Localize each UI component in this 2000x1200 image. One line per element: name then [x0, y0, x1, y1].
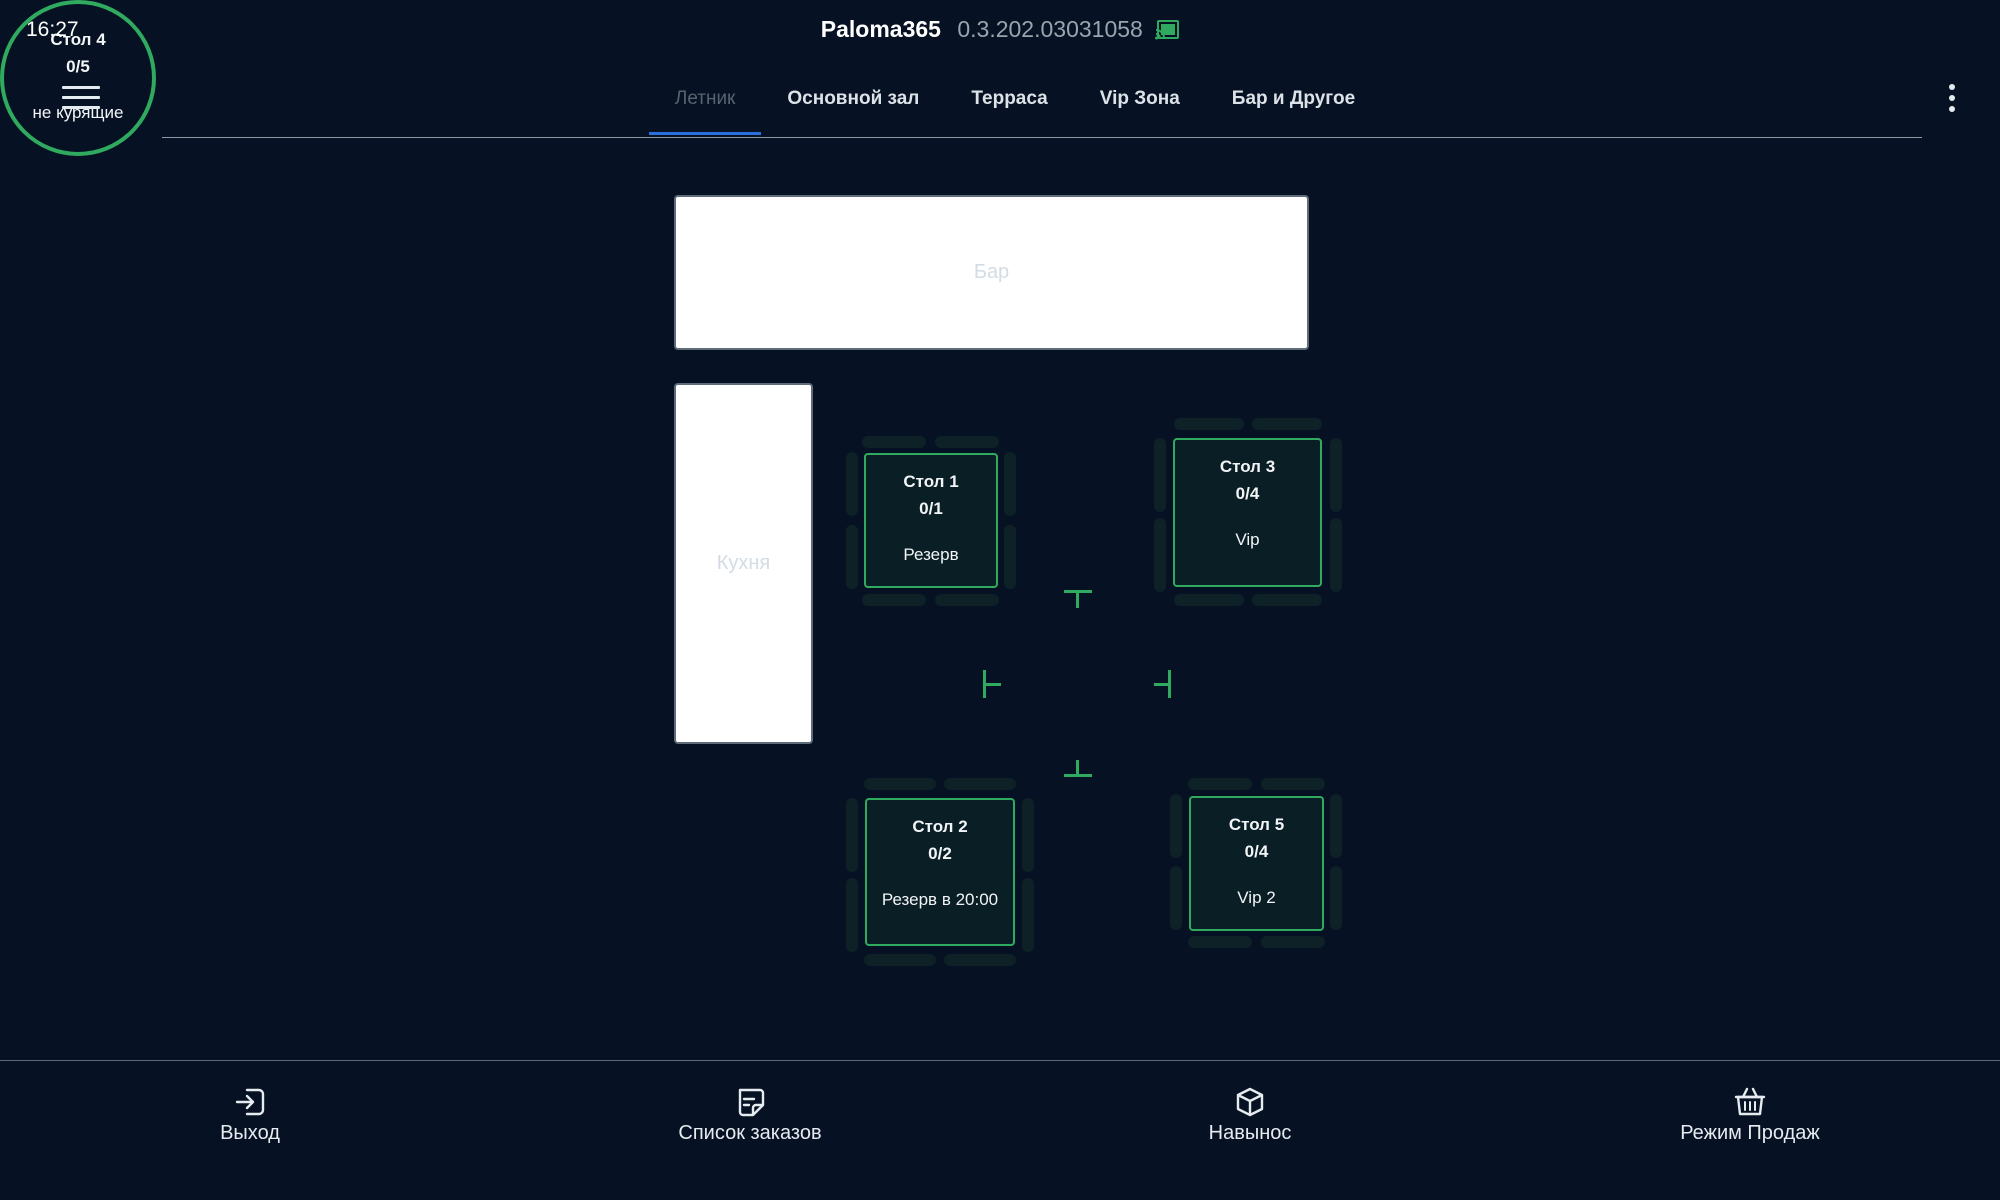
exit-label: Выход [220, 1122, 280, 1144]
table-3[interactable]: Стол 3 0/4 Vip [1173, 438, 1322, 587]
table-note: Vip [1235, 530, 1260, 549]
chair [935, 436, 999, 448]
table-name: Стол 1 [903, 472, 959, 491]
orders-label: Список заказов [678, 1122, 822, 1144]
chair [1022, 878, 1034, 952]
exit-button[interactable]: Выход [100, 1086, 400, 1166]
takeaway-label: Навынос [1208, 1122, 1292, 1144]
chair [1252, 418, 1322, 430]
table-5[interactable]: Стол 5 0/4 Vip 2 [1189, 796, 1324, 931]
app-version: 0.3.202.03031058 [957, 16, 1143, 42]
tab-vip-zone[interactable]: Vip Зона [1074, 84, 1206, 124]
table-seats: 0/2 [928, 844, 952, 863]
table-seats: 0/5 [66, 57, 90, 76]
chair [1261, 936, 1325, 948]
chair [1330, 866, 1342, 930]
chair [935, 594, 999, 606]
app-title: Paloma365 0.3.202.03031058 [0, 16, 2000, 43]
chair [1174, 594, 1244, 606]
chair [1154, 438, 1166, 512]
sales-mode-button[interactable]: Режим Продаж [1600, 1086, 1900, 1166]
table-seats: 0/4 [1244, 842, 1269, 861]
table-note: Резерв [903, 545, 959, 564]
zone-kitchen-label: Кухня [716, 552, 771, 574]
chair [1330, 518, 1342, 592]
chair [944, 778, 1016, 790]
chair [846, 878, 858, 952]
login-arrow-icon [235, 1088, 265, 1116]
zone-bar-label: Бар [973, 261, 1010, 283]
chair [1170, 866, 1182, 930]
chair [1154, 518, 1166, 592]
chair [1170, 794, 1182, 858]
table-note: Vip 2 [1237, 888, 1276, 907]
zone-bar: Бар [674, 195, 1309, 350]
tab-main-hall[interactable]: Основной зал [761, 84, 945, 124]
chair [983, 683, 1001, 686]
more-vertical-icon[interactable] [1945, 84, 1959, 118]
table-name: Стол 2 [912, 817, 968, 836]
chair [1004, 525, 1016, 589]
chair [1330, 794, 1342, 858]
box-icon [1236, 1087, 1264, 1117]
chair [1188, 936, 1252, 948]
chair [846, 452, 858, 516]
table-name: Стол 3 [1219, 457, 1276, 476]
chair [1188, 778, 1252, 790]
table-1[interactable]: Стол 1 0/1 Резерв [864, 453, 998, 588]
note-list-icon [738, 1088, 765, 1117]
chair [1076, 760, 1079, 776]
app-name: Paloma365 [820, 16, 941, 42]
orders-list-button[interactable]: Список заказов [600, 1086, 900, 1166]
cast-connected-icon [1155, 20, 1180, 40]
chair [846, 798, 858, 872]
floor-tabs: Летник Основной зал Терраса Vip Зона Бар… [0, 84, 2000, 136]
basket-icon [1734, 1087, 1766, 1116]
chair [1330, 438, 1342, 512]
bottom-divider [0, 1060, 2000, 1061]
chair [846, 525, 858, 589]
chair [1076, 590, 1079, 608]
chair [864, 778, 936, 790]
table-seats: 0/1 [919, 499, 943, 518]
chair [862, 594, 926, 606]
tab-bar-other[interactable]: Бар и Другое [1206, 84, 1381, 124]
chair [862, 436, 926, 448]
chair [1022, 798, 1034, 872]
sales-mode-label: Режим Продаж [1680, 1122, 1820, 1144]
table-2[interactable]: Стол 2 0/2 Резерв в 20:00 [865, 798, 1015, 946]
table-note: Резерв в 20:00 [881, 890, 999, 909]
tab-letnik[interactable]: Летник [648, 84, 762, 135]
tab-terrace[interactable]: Терраса [945, 84, 1073, 124]
table-name: Стол 5 [1228, 815, 1285, 834]
table-seats: 0/4 [1235, 484, 1260, 503]
chair [944, 954, 1016, 966]
zone-kitchen: Кухня [674, 383, 813, 744]
chair [1252, 594, 1322, 606]
takeaway-button[interactable]: Навынос [1100, 1086, 1400, 1166]
chair [864, 954, 936, 966]
chair [1174, 418, 1244, 430]
chair [1261, 778, 1325, 790]
tabs-divider [162, 137, 1922, 138]
chair [1154, 683, 1170, 686]
chair [1004, 452, 1016, 516]
